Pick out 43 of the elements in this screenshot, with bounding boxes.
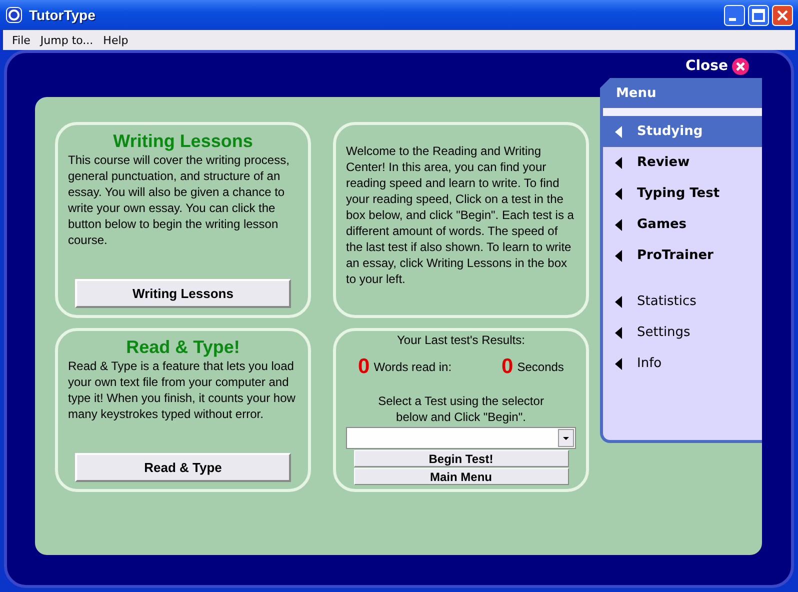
menu-option[interactable]: Games [603,209,762,240]
menu-option[interactable]: Studying [603,116,762,147]
test-button[interactable]: Main Menu [354,468,568,485]
results-title: Your Last test's Results: [397,333,525,347]
menu-option[interactable]: Typing Test [603,178,762,209]
seconds-label: Seconds [517,360,564,374]
lesson-button[interactable]: Read & Type [75,453,291,482]
minimize-icon[interactable] [724,4,745,26]
welcome-text: Welcome to the Reading and Writing Center! In this area, you can find your reading speed and learn to write. To find your reading speed, Click on a test in the box below, and click "Begin". Each test is a different amount of words. The speed of the last test if also shown. To learn to write an essay, click Writing Lessons in the box to your left. [346,143,575,287]
left-triangle-icon [615,156,622,168]
left-triangle-icon [615,126,622,138]
words-count: 0 [358,355,370,379]
close-icon[interactable] [772,4,793,26]
left-triangle-icon [615,218,622,230]
window-title: TutorType [29,7,96,23]
instructions-text: Select a Test using the selector below and Click "Begin". [377,393,545,425]
words-label: Words read in: [374,360,452,374]
seconds-count: 0 [502,355,514,379]
menu-option[interactable]: Info [603,348,762,379]
app-icon [6,7,22,23]
menu-item[interactable]: File [7,34,36,46]
menu-item[interactable]: Jump to... [35,34,98,46]
lesson-button[interactable]: Writing Lessons [75,279,291,308]
left-triangle-icon [615,188,622,200]
test-selector[interactable] [346,427,576,449]
menu-option[interactable]: Settings [603,317,762,348]
maximize-icon[interactable] [748,4,769,26]
menu-option[interactable]: ProTrainer [603,240,762,271]
menu-option[interactable]: Review [603,147,762,178]
menu-item[interactable]: Help [98,34,134,46]
left-triangle-icon [615,296,622,308]
menu-header: Menu [600,78,762,108]
test-button[interactable]: Begin Test! [354,450,568,467]
card-heading: Writing Lessons [112,131,254,151]
card-description: Read & Type is a feature that lets you load your own text file from your computer and type it! When you finish, it counts your how many keystrokes typed without error. [68,358,296,422]
left-triangle-icon [615,250,622,262]
left-triangle-icon [615,326,622,338]
card-description: This course will cover the writing process, general punctuation, and structure of an essay. You will also be given a chance to write your own essay. You can click the button below to begin the writing lesson course. [68,152,290,248]
menu-option[interactable]: Statistics [603,286,762,317]
left-triangle-icon [615,358,622,370]
card-heading: Read & Type! [125,337,241,357]
close-icon [732,58,749,74]
close-button[interactable]: Close [685,56,749,76]
